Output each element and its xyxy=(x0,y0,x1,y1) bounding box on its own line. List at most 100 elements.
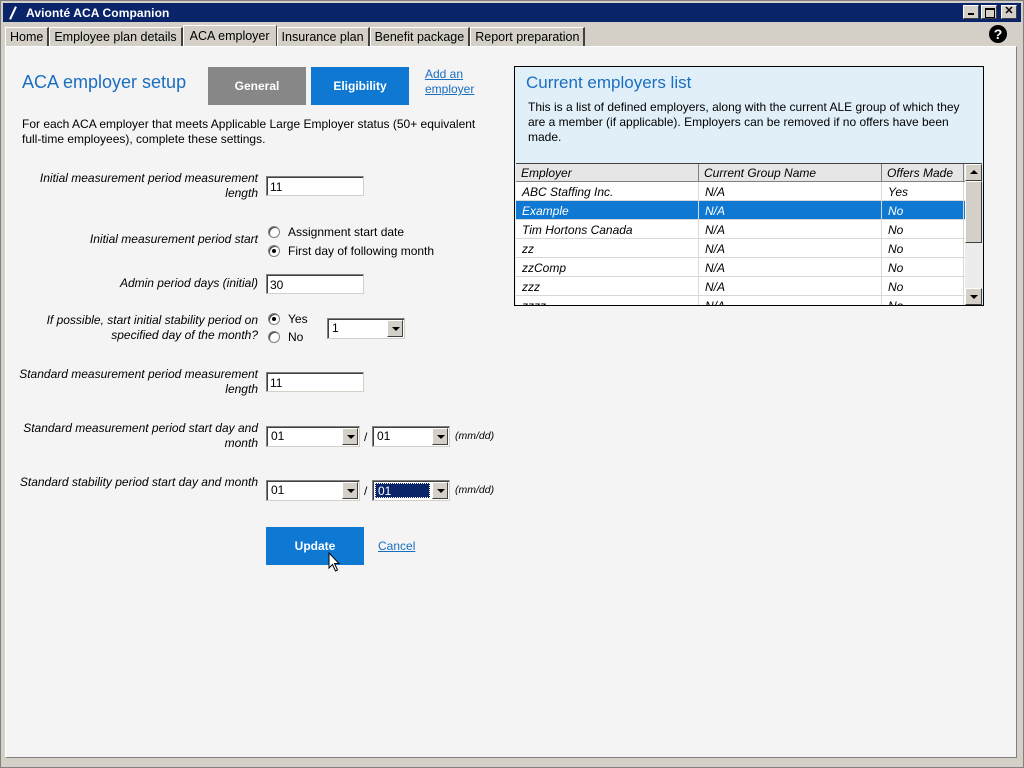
column-header-offers[interactable]: Offers Made xyxy=(882,164,964,181)
grid-scrollbar[interactable] xyxy=(965,164,982,305)
maximize-button[interactable] xyxy=(981,5,997,19)
scroll-down-icon[interactable] xyxy=(965,288,982,305)
initial-length-input[interactable]: 11 xyxy=(266,176,364,196)
content-area: ACA employer setup General Eligibility A… xyxy=(5,46,1017,758)
table-cell: No xyxy=(882,296,964,305)
chevron-down-icon[interactable] xyxy=(342,482,358,499)
tab-insurance-plan[interactable]: Insurance plan xyxy=(276,27,370,46)
table-cell: No xyxy=(882,220,964,238)
mmdd-hint: (mm/dd) xyxy=(455,430,495,442)
radio-no[interactable]: No xyxy=(268,330,303,344)
date-separator: / xyxy=(364,484,368,498)
table-row[interactable]: zz N/A No xyxy=(516,239,982,258)
close-button[interactable]: ✕ xyxy=(1001,5,1017,19)
chevron-down-icon[interactable] xyxy=(432,428,448,445)
employers-grid[interactable]: Employer Current Group Name Offers Made … xyxy=(516,163,982,305)
radio-first-day[interactable]: First day of following month xyxy=(268,244,434,258)
table-cell: N/A xyxy=(699,201,882,219)
app-window: Avionté ACA Companion ✕ Home Employee pl… xyxy=(0,0,1024,768)
radio-assignment-label: Assignment start date xyxy=(288,225,405,239)
table-cell: Tim Hortons Canada xyxy=(516,220,699,238)
stab-start-month-select[interactable]: 01 xyxy=(266,480,360,501)
stability-question-label: If possible, start initial stability per… xyxy=(46,313,258,342)
date-separator: / xyxy=(364,430,368,444)
radio-first-day-label: First day of following month xyxy=(288,244,435,258)
stab-start-label: Standard stability period start day and … xyxy=(19,475,258,489)
column-header-employer[interactable]: Employer xyxy=(516,164,699,181)
table-cell: No xyxy=(882,239,964,257)
stab-start-day-select[interactable]: 01 xyxy=(372,480,450,501)
stability-day-select[interactable]: 1 xyxy=(327,318,405,339)
tab-employee-plan-details[interactable]: Employee plan details xyxy=(49,27,183,46)
std-start-month-select[interactable]: 01 xyxy=(266,426,360,447)
std-start-day-select[interactable]: 01 xyxy=(372,426,450,447)
table-cell: zzComp xyxy=(516,258,699,276)
std-start-label: Standard measurement period start day an… xyxy=(23,421,258,450)
radio-yes-dot[interactable] xyxy=(268,313,280,325)
add-employer-link[interactable]: Add an employer xyxy=(425,67,485,97)
scroll-up-icon[interactable] xyxy=(965,164,982,181)
table-row[interactable]: zzz N/A No xyxy=(516,277,982,296)
chevron-down-icon[interactable] xyxy=(432,482,448,499)
initial-length-label: Initial measurement period measurement l… xyxy=(39,171,258,200)
mouse-cursor-icon xyxy=(328,552,341,572)
std-length-input[interactable]: 11 xyxy=(266,372,364,392)
radio-assignment-start[interactable]: Assignment start date xyxy=(268,225,404,239)
table-cell: zzzz xyxy=(516,296,699,305)
chevron-down-icon[interactable] xyxy=(342,428,358,445)
title-bar[interactable]: Avionté ACA Companion ✕ xyxy=(3,3,1021,22)
table-row[interactable]: Example N/A No xyxy=(516,201,982,220)
table-cell: No xyxy=(882,277,964,295)
stab-start-day-value: 01 xyxy=(375,483,430,498)
table-row[interactable]: ABC Staffing Inc. N/A Yes xyxy=(516,182,982,201)
general-button[interactable]: General xyxy=(208,67,306,105)
table-cell: ABC Staffing Inc. xyxy=(516,182,699,200)
column-header-group[interactable]: Current Group Name xyxy=(699,164,882,181)
table-cell: N/A xyxy=(699,239,882,257)
table-cell: N/A xyxy=(699,220,882,238)
stab-start-month-value: 01 xyxy=(271,483,285,497)
std-length-label: Standard measurement period measurement … xyxy=(19,367,258,396)
tab-aca-employer[interactable]: ACA employer xyxy=(182,25,277,46)
table-cell: No xyxy=(882,201,964,219)
eligibility-button[interactable]: Eligibility xyxy=(311,67,409,105)
radio-yes-label: Yes xyxy=(288,312,308,326)
tab-home[interactable]: Home xyxy=(5,27,50,46)
update-button[interactable]: Update xyxy=(266,527,364,565)
admin-days-label: Admin period days (initial) xyxy=(119,276,258,290)
chevron-down-icon[interactable] xyxy=(387,320,403,337)
table-row[interactable]: zzzzN/ANo xyxy=(516,296,982,305)
tab-bar: Home Employee plan details ACA employer … xyxy=(5,25,586,46)
cancel-link[interactable]: Cancel xyxy=(378,539,415,553)
table-cell: N/A xyxy=(699,296,882,305)
grid-rows: ABC Staffing Inc. N/A Yes Example N/A No Tim H… xyxy=(516,182,982,305)
scroll-thumb[interactable] xyxy=(965,181,982,243)
radio-yes[interactable]: Yes xyxy=(268,312,308,326)
admin-days-input[interactable]: 30 xyxy=(266,274,364,294)
stability-day-value: 1 xyxy=(332,321,339,335)
grid-header: Employer Current Group Name Offers Made xyxy=(516,164,982,182)
radio-no-label: No xyxy=(288,330,304,344)
table-cell: N/A xyxy=(699,182,882,200)
table-row[interactable]: Tim Hortons Canada N/A No xyxy=(516,220,982,239)
table-row[interactable]: zzComp N/A No xyxy=(516,258,982,277)
table-cell: N/A xyxy=(699,277,882,295)
radio-first-day-dot[interactable] xyxy=(268,245,280,257)
initial-start-label: Initial measurement period start xyxy=(89,232,258,246)
help-icon[interactable]: ? xyxy=(989,25,1007,43)
employers-title: Current employers list xyxy=(526,73,692,92)
table-cell: zz xyxy=(516,239,699,257)
radio-assignment-dot[interactable] xyxy=(268,226,280,238)
minimize-button[interactable] xyxy=(963,5,979,19)
app-logo-icon xyxy=(7,6,21,20)
tab-benefit-package[interactable]: Benefit package xyxy=(369,27,471,46)
mmdd-hint: (mm/dd) xyxy=(455,484,495,496)
window-title: Avionté ACA Companion xyxy=(26,5,170,20)
tab-report-preparation[interactable]: Report preparation xyxy=(470,27,586,46)
table-cell: N/A xyxy=(699,258,882,276)
table-cell: Yes xyxy=(882,182,964,200)
std-start-day-value: 01 xyxy=(377,429,391,443)
radio-no-dot[interactable] xyxy=(268,331,280,343)
std-start-month-value: 01 xyxy=(271,429,285,443)
employers-description: This is a list of defined employers, alo… xyxy=(528,100,960,144)
